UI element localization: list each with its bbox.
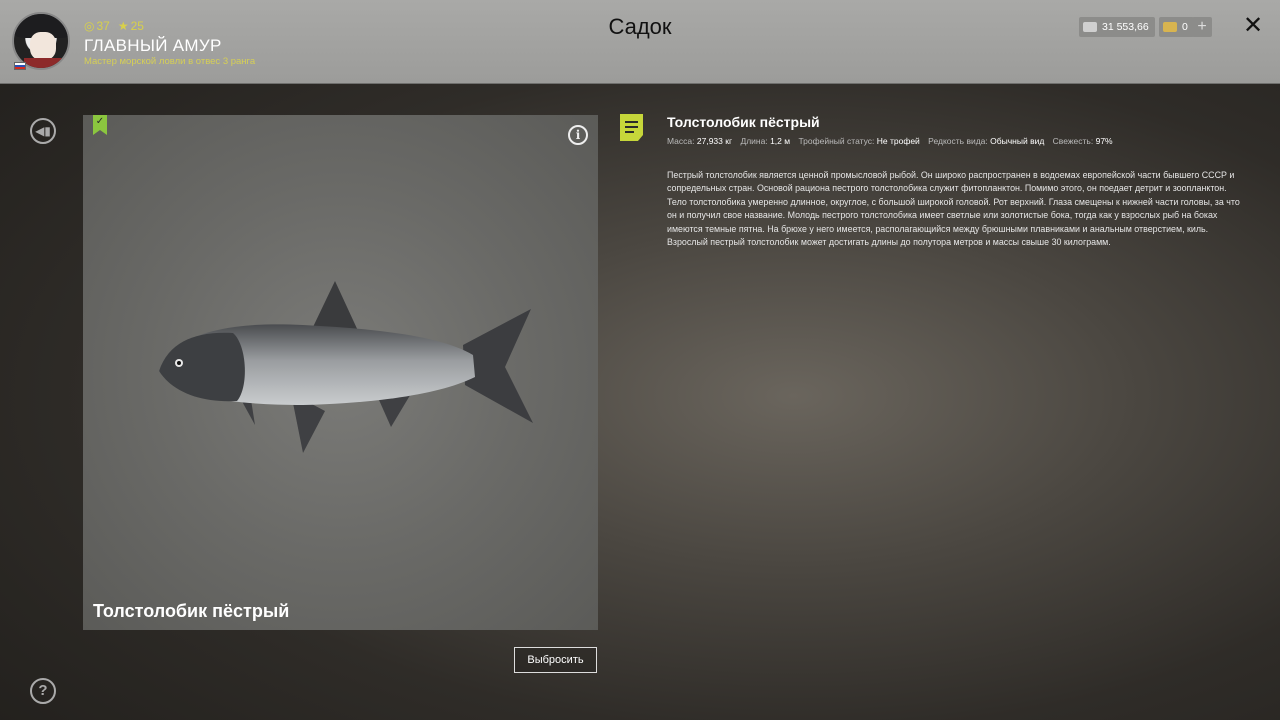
prop-mass-label: Масса: (667, 136, 695, 146)
money-icon (1083, 22, 1097, 32)
description-paragraph: Тело толстолобика умеренно длинное, окру… (667, 196, 1240, 234)
prop-length-label: Длина: (740, 136, 768, 146)
gold-balance: 0 (1159, 17, 1194, 37)
top-bar: ◎ 37 ★ 25 ГЛАВНЫЙ АМУР Мастер морской ловл… (0, 0, 1280, 84)
prop-length-value: 1,2 м (770, 136, 791, 146)
prop-mass-value: 27,933 кг (696, 136, 733, 146)
fish-image-panel: ✓ i Толстолобик пёстрый (83, 115, 598, 630)
add-gold-button[interactable]: + (1192, 17, 1212, 37)
money-balance: 31 553,66 (1079, 17, 1155, 37)
prop-rarity-label: Редкость вида: (928, 136, 988, 146)
fish-image (159, 281, 533, 453)
prop-trophy-label: Трофейный статус: (798, 136, 875, 146)
gold-icon (1163, 22, 1177, 32)
help-icon[interactable]: ? (30, 678, 56, 704)
info-icon[interactable]: i (568, 125, 588, 145)
prop-rarity-value: Обычный вид (990, 136, 1045, 146)
back-arrow-icon[interactable]: ◀▮ (30, 118, 56, 144)
fish-properties: Масса: 27,933 кг Длина: 1,2 м Трофейный … (667, 136, 1119, 146)
country-flag-icon (14, 62, 26, 70)
prop-trophy-value: Не трофей (876, 136, 920, 146)
description-paragraph: Пестрый толстолобик является ценной пром… (667, 170, 1235, 194)
player-rank: Мастер морской ловли в отвес 3 ранга (84, 56, 256, 67)
close-icon[interactable]: ✕ (1241, 14, 1265, 38)
prop-freshness-value: 97% (1095, 136, 1113, 146)
fish-description: Пестрый толстолобик является ценной пром… (667, 169, 1247, 249)
description-paragraph: Взрослый пестрый толстолобик может дости… (667, 237, 1111, 248)
money-value: 31 553,66 (1102, 21, 1149, 33)
bookmark-check-icon[interactable]: ✓ (93, 115, 107, 135)
throw-away-button[interactable]: Выбросить (514, 647, 597, 673)
gold-value: 0 (1182, 21, 1188, 33)
prop-freshness-label: Свежесть: (1052, 136, 1094, 146)
fish-title: Толстолобик пёстрый (667, 114, 820, 130)
fish-name-overlay: Толстолобик пёстрый (93, 601, 290, 621)
document-icon (620, 114, 643, 141)
